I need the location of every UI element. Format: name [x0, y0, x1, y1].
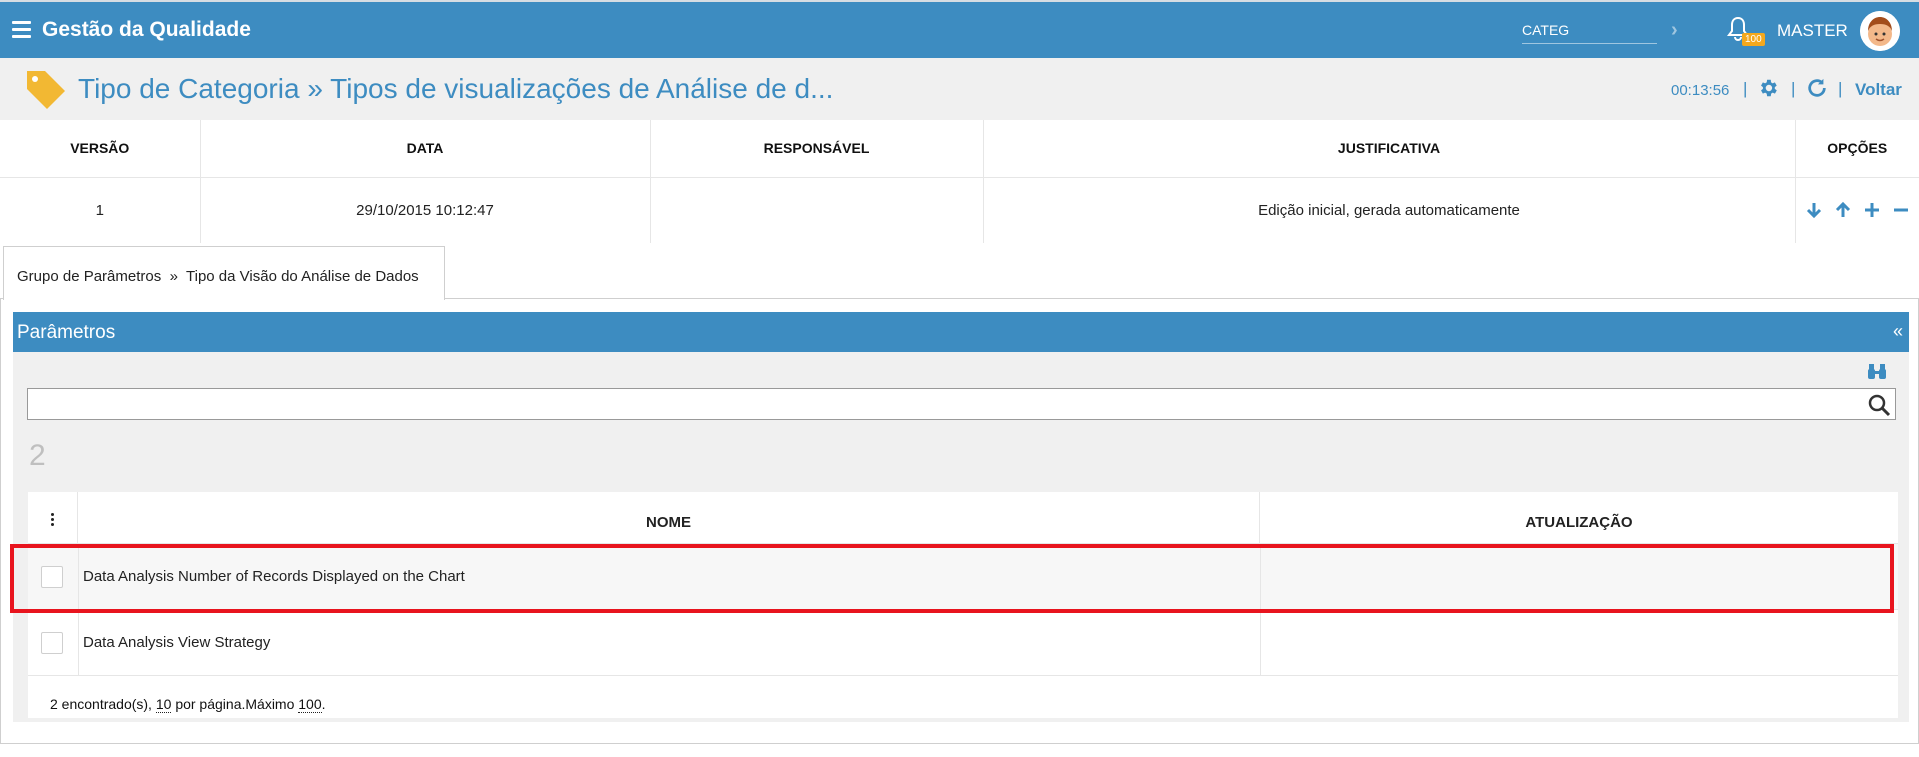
column-header: VERSÃO [0, 120, 201, 178]
column-header: JUSTIFICATIVA [983, 120, 1796, 178]
plus-icon[interactable] [1863, 201, 1881, 219]
per-page-label: por página.Máximo [175, 696, 295, 712]
highlight-box [10, 544, 1894, 613]
minus-icon[interactable] [1892, 201, 1910, 219]
panel-header: Parâmetros « [13, 312, 1909, 352]
breadcrumb-part[interactable]: Grupo de Parâmetros [17, 268, 161, 285]
row-checkbox[interactable] [41, 632, 63, 654]
options-cell [1795, 177, 1919, 243]
parameters-panel: Parâmetros « 2 NOME ATUALIZAÇÃO Data Ana… [13, 312, 1909, 722]
per-page-value[interactable]: 10 [155, 696, 172, 713]
table-row[interactable]: Data Analysis View Strategy [28, 610, 1898, 676]
refresh-icon[interactable] [1806, 77, 1828, 99]
versions-table: VERSÃO DATA RESPONSÁVEL JUSTIFICATIVA OP… [0, 120, 1919, 243]
notification-badge: 100 [1742, 33, 1765, 46]
gear-icon[interactable] [1757, 77, 1779, 99]
column-header: OPÇÕES [1795, 120, 1919, 178]
date-cell: 29/10/2015 10:12:47 [200, 177, 651, 243]
column-header-nome[interactable]: NOME [78, 492, 1260, 544]
table-row: 1 29/10/2015 10:12:47 Edição inicial, ge… [0, 177, 1919, 243]
column-header: DATA [200, 120, 651, 178]
row-name[interactable]: Data Analysis View Strategy [83, 634, 270, 651]
top-bar: Gestão da Qualidade CATEG › 100 MASTER [0, 0, 1919, 58]
column-header: RESPONSÁVEL [650, 120, 984, 178]
panel-title: Parâmetros [17, 322, 116, 343]
selection-column-header [28, 492, 78, 543]
search-input[interactable] [27, 388, 1896, 420]
separator: | [1838, 79, 1843, 98]
max-value[interactable]: 100 [298, 696, 322, 713]
arrow-up-icon[interactable] [1834, 201, 1852, 219]
separator: | [1791, 79, 1796, 98]
pagination-footer: 2 encontrado(s), 10 por página.Máximo 10… [50, 696, 326, 713]
session-timer: 00:13:56 [1671, 82, 1730, 99]
collapse-button[interactable]: « [1893, 321, 1903, 342]
divider [78, 610, 79, 675]
responsible-cell [650, 177, 984, 243]
quick-search-input[interactable]: CATEG [1522, 18, 1657, 44]
kebab-menu-icon[interactable] [51, 513, 54, 528]
tag-icon [27, 71, 65, 109]
grid-header: NOME ATUALIZAÇÃO [28, 492, 1898, 544]
chevron-right-icon[interactable]: › [1671, 19, 1678, 42]
divider [1260, 610, 1261, 675]
breadcrumb-separator: » [169, 268, 178, 285]
found-count: 2 encontrado(s), [50, 696, 152, 712]
version-cell: 1 [0, 177, 201, 243]
back-link[interactable]: Voltar [1855, 80, 1902, 100]
app-title: Gestão da Qualidade [42, 18, 251, 41]
arrow-down-icon[interactable] [1805, 201, 1823, 219]
page-title: Tipo de Categoria » Tipos de visualizaçõ… [78, 73, 834, 104]
user-name[interactable]: MASTER [1777, 21, 1848, 41]
footer-end: . [321, 696, 326, 712]
tab-bar: Grupo de Parâmetros » Tipo da Visão do A… [0, 243, 1919, 300]
column-header-atualizacao[interactable]: ATUALIZAÇÃO [1260, 492, 1898, 544]
result-count: 2 [29, 439, 46, 472]
title-bar: Tipo de Categoria » Tipos de visualizaçõ… [0, 58, 1919, 120]
separator: | [1743, 79, 1748, 98]
tab-parameter-group[interactable]: Grupo de Parâmetros » Tipo da Visão do A… [3, 246, 445, 300]
avatar[interactable] [1860, 11, 1900, 51]
binoculars-icon[interactable] [1867, 362, 1887, 380]
justification-cell: Edição inicial, gerada automaticamente [983, 177, 1796, 243]
search-icon[interactable] [1867, 393, 1891, 417]
breadcrumb-part[interactable]: Tipo da Visão do Análise de Dados [186, 268, 419, 285]
hamburger-menu-icon[interactable] [12, 21, 31, 38]
